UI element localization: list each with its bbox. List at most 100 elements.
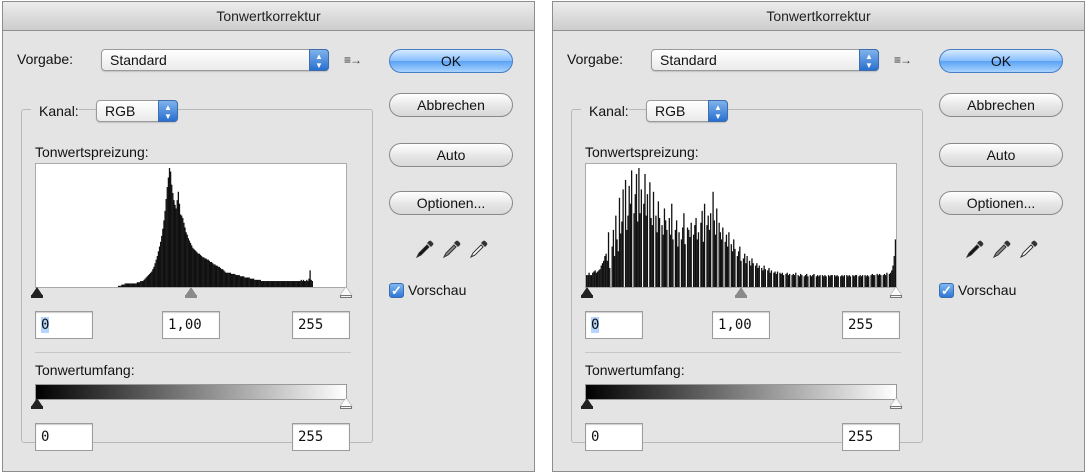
histogram-bar (229, 272, 232, 287)
output-white-field[interactable]: 255 (292, 423, 350, 451)
histogram-bar (194, 250, 196, 287)
preview-checkbox[interactable]: ✓ (939, 283, 954, 298)
histogram-bar (674, 229, 677, 287)
gamma-base (185, 295, 197, 298)
histogram-bar (827, 275, 830, 287)
histogram-bar (617, 251, 619, 287)
input-white-field[interactable]: 255 (292, 311, 350, 339)
input-white-field[interactable]: 255 (842, 311, 900, 339)
histogram-bar (205, 258, 207, 287)
output-black-field[interactable]: 0 (585, 423, 643, 451)
histogram-bar (260, 281, 263, 287)
channel-popup[interactable]: RGB ▲ ▼ (646, 100, 728, 122)
histogram-bar (299, 281, 301, 287)
input-black-field[interactable]: 0 (35, 311, 93, 339)
input-gamma-field[interactable]: 1,00 (712, 311, 770, 339)
histogram-bar (279, 281, 281, 287)
histogram-bar (889, 272, 892, 287)
histogram-bar (684, 244, 686, 287)
preset-popup[interactable]: Standard ▲ ▼ (651, 49, 879, 71)
histogram-bar (637, 221, 639, 287)
preset-menu-icon[interactable]: ≡→ (894, 53, 912, 67)
histogram-bar (695, 217, 697, 287)
histogram-bar (251, 278, 254, 287)
auto-button[interactable]: Auto (939, 143, 1063, 167)
histogram-bar (195, 251, 197, 287)
histogram-bar (792, 273, 794, 287)
histogram-bar (590, 275, 593, 287)
histogram-bar (216, 265, 218, 287)
histogram-bar (288, 281, 290, 287)
histogram-bar (793, 275, 796, 287)
output-white-field[interactable]: 255 (842, 423, 900, 451)
histogram-bar (310, 279, 312, 287)
preset-popup[interactable]: Standard ▲ ▼ (101, 49, 329, 71)
histogram-bar (849, 276, 852, 287)
histogram-bar (785, 273, 787, 287)
gray-eyedropper-icon[interactable] (441, 238, 463, 260)
options-button[interactable]: Optionen... (939, 191, 1063, 215)
histogram-bar (870, 275, 872, 287)
histogram-bar (816, 275, 819, 287)
cancel-button[interactable]: Abbrechen (939, 93, 1063, 117)
histogram-bar (185, 232, 187, 287)
histogram-bar (860, 276, 863, 287)
histogram-bar (163, 220, 165, 287)
histogram-bar (169, 171, 172, 287)
histogram-bar (840, 276, 842, 287)
histogram-bar (245, 277, 247, 287)
histogram-bar (700, 222, 702, 287)
histogram-bar (858, 276, 860, 287)
histogram-bar (208, 260, 211, 287)
histogram-bar (191, 245, 193, 287)
preview-checkbox[interactable]: ✓ (389, 283, 404, 298)
dialog-title: Tonwertkorrektur (3, 2, 534, 31)
histogram-bar (284, 281, 286, 287)
histogram-bar (140, 281, 142, 287)
histogram-bar (167, 177, 170, 287)
histogram-bar (809, 275, 811, 287)
white-eyedropper-icon[interactable] (1018, 238, 1040, 260)
popup-arrows-icon: ▲ ▼ (309, 49, 329, 71)
histogram-bar (268, 281, 270, 287)
histogram-bar (742, 258, 745, 287)
histogram-bar (615, 215, 617, 287)
input-gamma-field[interactable]: 1,00 (162, 311, 220, 339)
histogram-bar (200, 256, 203, 287)
white-eyedropper-icon[interactable] (468, 238, 490, 260)
input-black-field[interactable]: 0 (585, 311, 643, 339)
histogram-bar (298, 281, 300, 287)
histogram-bar (893, 256, 895, 287)
ok-button[interactable]: OK (389, 49, 513, 73)
histogram-bar (724, 241, 726, 287)
black-eyedropper-icon[interactable] (414, 238, 436, 260)
output-black-field[interactable]: 0 (35, 423, 93, 451)
histogram-bar (770, 270, 773, 287)
histogram-bar (241, 276, 244, 287)
ok-button[interactable]: OK (939, 49, 1063, 73)
histogram-bar (661, 225, 663, 287)
histogram-bar (287, 281, 289, 287)
output-white-value: 255 (298, 429, 324, 445)
histogram-bar (302, 279, 305, 287)
histogram-bar (678, 232, 680, 287)
histogram-bar (605, 253, 607, 287)
histogram-bar (874, 275, 876, 287)
histogram-bar (658, 217, 661, 287)
cancel-button[interactable]: Abbrechen (389, 93, 513, 117)
channel-popup[interactable]: RGB ▲ ▼ (96, 100, 178, 122)
output-black-value: 0 (41, 429, 50, 445)
histogram-bar (886, 272, 888, 287)
auto-button[interactable]: Auto (389, 143, 513, 167)
preset-menu-icon[interactable]: ≡→ (344, 53, 362, 67)
histogram-bar (671, 203, 673, 287)
histogram-bar (224, 271, 226, 287)
histogram-bar (655, 215, 657, 287)
black-eyedropper-icon[interactable] (964, 238, 986, 260)
histogram-bar (767, 270, 769, 287)
options-button[interactable]: Optionen... (389, 191, 513, 215)
gray-eyedropper-icon[interactable] (991, 238, 1013, 260)
histogram-bar (595, 272, 598, 287)
histogram-bar (752, 263, 754, 287)
input-gamma-value: 1,00 (718, 317, 752, 333)
